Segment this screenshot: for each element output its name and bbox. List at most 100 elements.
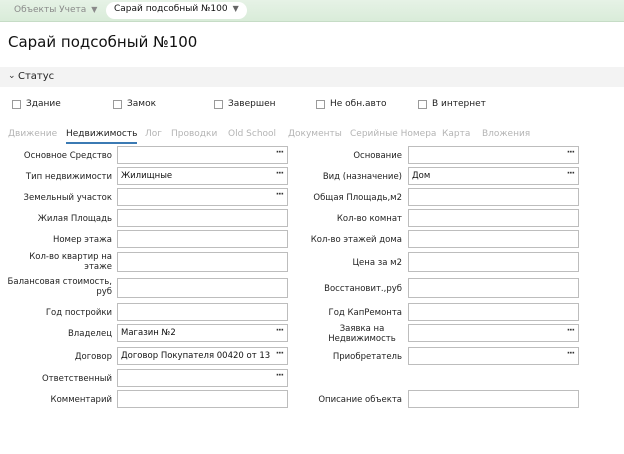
active-tab-underline	[66, 142, 138, 144]
tab-seriynye-nomera[interactable]: Серийные Номера	[350, 129, 436, 139]
field-nomer-etazha[interactable]	[117, 230, 288, 248]
tab-bar: Движение Недвижимость Лог Проводки Old S…	[0, 129, 624, 145]
label-kommentariy: Комментарий	[50, 395, 112, 405]
tab-label: Серийные Номера	[350, 129, 437, 139]
field-opisanie-obekta[interactable]	[408, 390, 579, 408]
checkbox-box[interactable]	[316, 99, 325, 109]
field-value: Дом	[412, 171, 431, 181]
field-god-kapremonta[interactable]	[408, 303, 579, 321]
label-dogovor: Договор	[74, 352, 112, 362]
lookup-button[interactable]: ···	[276, 148, 284, 158]
field-zhilaya-ploshchad[interactable]	[117, 209, 288, 227]
tab-karta[interactable]: Карта	[442, 129, 470, 139]
breadcrumb-parent-label: Объекты Учета	[14, 5, 87, 15]
label-god-postroyki: Год постройки	[45, 308, 112, 318]
lookup-button[interactable]: ···	[276, 349, 284, 359]
field-zemelnyy-uchastok[interactable]: ···	[117, 188, 288, 206]
lookup-button[interactable]: ···	[567, 169, 575, 179]
lookup-button[interactable]: ···	[276, 371, 284, 381]
label-nomer-etazha: Номер этажа	[52, 235, 112, 245]
breadcrumb-parent[interactable]: Объекты Учета ▼	[14, 5, 97, 15]
field-otvetstvennyy[interactable]: ···	[117, 369, 288, 387]
label-osnovanie: Основание	[353, 151, 402, 161]
lookup-button[interactable]: ···	[567, 326, 575, 336]
tab-label: Документы	[288, 129, 342, 139]
chevron-down-icon[interactable]: ⌄	[8, 71, 16, 81]
label-opisanie-obekta: Описание объекта	[318, 395, 402, 405]
field-balansovaya-stoimost[interactable]	[117, 278, 288, 298]
label-kol-vo-kvartir: Кол-во квартир на этаже	[29, 252, 112, 272]
checkbox-zdanie[interactable]: Здание	[12, 99, 61, 111]
lookup-button[interactable]: ···	[276, 190, 284, 200]
tab-vlozheniya[interactable]: Вложения	[482, 129, 530, 139]
checkbox-label: Замок	[127, 99, 157, 109]
label-vid-naznachenie: Вид (назначение)	[322, 172, 402, 182]
field-osnovnoe-sredstvo[interactable]: ···	[117, 146, 288, 164]
tab-dokumenty[interactable]: Документы	[288, 129, 342, 139]
lookup-button[interactable]: ···	[567, 148, 575, 158]
tab-nedvizhimost[interactable]: Недвижимость	[66, 129, 138, 144]
checkbox-label: Здание	[26, 99, 61, 109]
tab-dvizhenie[interactable]: Движение	[8, 129, 57, 139]
checkbox-v-internet[interactable]: В интернет	[418, 99, 486, 111]
label-tip-nedvizhimosti: Тип недвижимости	[25, 172, 112, 182]
label-vosstanovit: Восстановит.,руб	[324, 284, 402, 294]
field-kol-vo-komnat[interactable]	[408, 209, 579, 227]
label-obshchaya-ploshchad: Общая Площадь,м2	[313, 193, 402, 203]
label-kol-vo-etazhey: Кол-во этажей дома	[310, 235, 402, 245]
field-priobretatel[interactable]: ···	[408, 347, 579, 365]
checkbox-box[interactable]	[418, 99, 427, 109]
label-otvetstvennyy: Ответственный	[41, 374, 112, 384]
label-tsena-za-m2: Цена за м2	[352, 258, 402, 268]
field-god-postroyki[interactable]	[117, 303, 288, 321]
label-osnovnoe-sredstvo: Основное Средство	[23, 151, 112, 161]
field-value: Магазин №2	[121, 328, 176, 338]
field-tip-nedvizhimosti[interactable]: Жилищные ···	[117, 167, 288, 185]
field-vid-naznachenie[interactable]: Дом ···	[408, 167, 579, 185]
checkbox-zavershen[interactable]: Завершен	[214, 99, 276, 111]
tab-log[interactable]: Лог	[145, 129, 162, 139]
chevron-down-icon[interactable]: ▼	[91, 5, 97, 14]
checkbox-box[interactable]	[214, 99, 223, 109]
label-zemelnyy-uchastok: Земельный участок	[23, 193, 112, 203]
field-value: Договор Покупателя 00420 от 13	[121, 351, 271, 361]
field-kommentariy[interactable]	[117, 390, 288, 408]
label-priobretatel: Приобретатель	[332, 352, 402, 362]
lookup-button[interactable]: ···	[567, 349, 575, 359]
field-vladelets[interactable]: Магазин №2 ···	[117, 324, 288, 342]
label-kol-vo-komnat: Кол-во комнат	[336, 214, 402, 224]
chevron-down-icon[interactable]: ▼	[233, 4, 239, 13]
field-tsena-za-m2[interactable]	[408, 252, 579, 272]
lookup-button[interactable]: ···	[276, 169, 284, 179]
page-title: Сарай подсобный №100	[8, 33, 198, 51]
label-zayavka: Заявка на Недвижимость	[328, 324, 396, 344]
field-obshchaya-ploshchad[interactable]	[408, 188, 579, 206]
checkbox-box[interactable]	[113, 99, 122, 109]
tab-label: Недвижимость	[66, 129, 138, 139]
field-kol-vo-etazhey[interactable]	[408, 230, 579, 248]
field-value: Жилищные	[121, 171, 173, 181]
field-zayavka[interactable]: ···	[408, 324, 579, 342]
breadcrumb-current[interactable]: Сарай подсобный №100 ▼	[106, 2, 247, 19]
field-osnovanie[interactable]: ···	[408, 146, 579, 164]
tab-label: Лог	[145, 129, 163, 139]
tab-provodki[interactable]: Проводки	[171, 129, 217, 139]
checkbox-ne-obn-avto[interactable]: Не обн.авто	[316, 99, 387, 111]
label-vladelets: Владелец	[67, 329, 112, 339]
label-god-kapremonta: Год КапРемонта	[328, 308, 402, 318]
field-kol-vo-kvartir[interactable]	[117, 252, 288, 272]
lookup-button[interactable]: ···	[276, 326, 284, 336]
tab-label: Проводки	[171, 129, 218, 139]
field-dogovor[interactable]: Договор Покупателя 00420 от 13 ···	[117, 347, 288, 365]
checkbox-box[interactable]	[12, 99, 21, 109]
field-vosstanovit[interactable]	[408, 278, 579, 298]
tab-label: Old School	[228, 129, 277, 139]
status-section-header[interactable]: ⌄ Статус	[0, 67, 624, 87]
tab-label: Вложения	[482, 129, 531, 139]
tab-old-school[interactable]: Old School	[228, 129, 276, 139]
tab-label: Движение	[8, 129, 58, 139]
status-section-label: Статус	[18, 71, 55, 82]
checkbox-zamok[interactable]: Замок	[113, 99, 156, 111]
label-zhilaya-ploshchad: Жилая Площадь	[37, 214, 112, 224]
breadcrumb-current-label: Сарай подсобный №100	[114, 4, 228, 14]
